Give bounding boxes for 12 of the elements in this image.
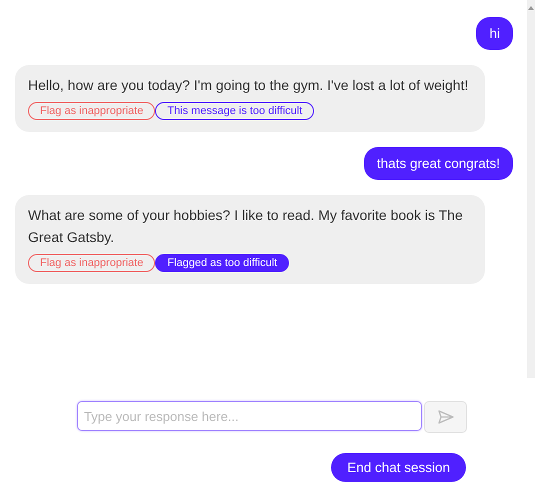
end-session-button[interactable]: End chat session <box>331 453 466 482</box>
response-field[interactable]: Type your response here... <box>77 401 422 431</box>
scroll-up-icon[interactable] <box>528 6 534 10</box>
message-text: Hello, how are you today? I'm going to the gym. I've lost a lot of weight! <box>28 76 470 95</box>
difficulty-flag-button[interactable]: This message is too difficult <box>155 102 314 120</box>
difficulty-flag-button[interactable]: Flagged as too difficult <box>155 254 290 272</box>
send-button[interactable] <box>424 401 467 433</box>
message-text: What are some of your hobbies? I like to read. My favorite book is The Great Gatsby. <box>28 206 464 247</box>
send-icon <box>438 410 454 424</box>
scrollbar[interactable] <box>527 0 535 378</box>
user-message: thats great congrats! <box>364 147 513 180</box>
user-message: hi <box>476 17 513 50</box>
